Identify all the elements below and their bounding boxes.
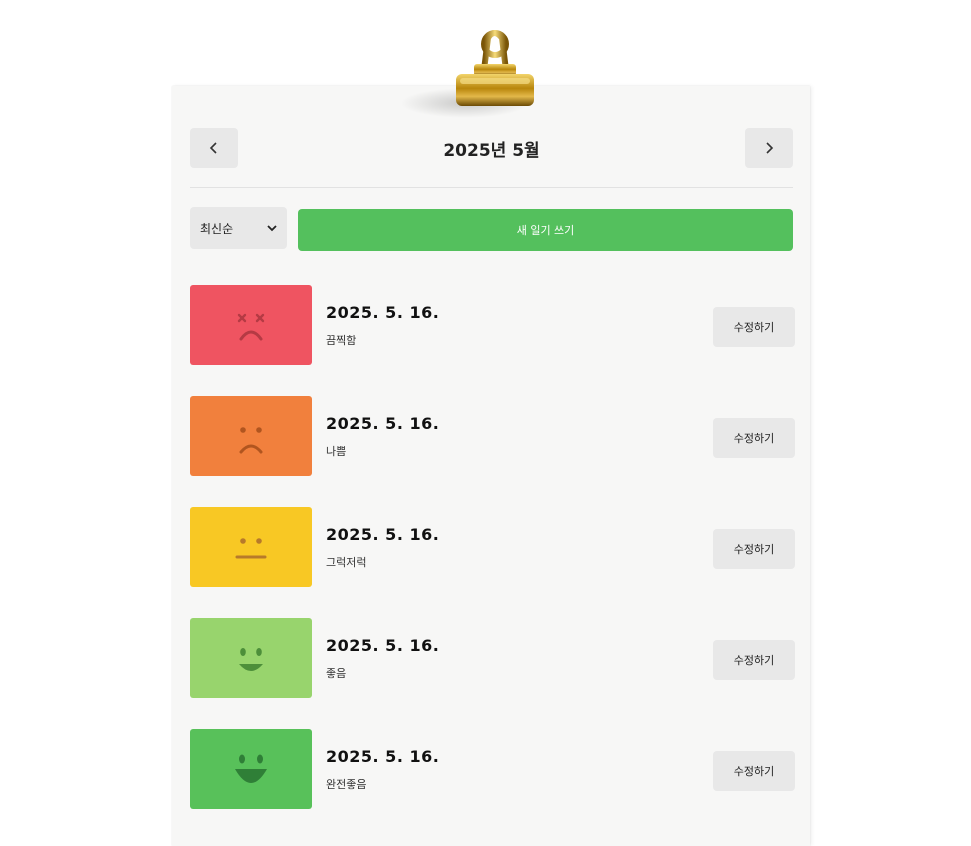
edit-button[interactable]: 수정하기 (713, 529, 795, 569)
entry-date: 2025. 5. 16. (326, 414, 440, 433)
entry-mood-label: 끔찍함 (326, 334, 357, 347)
entry-date: 2025. 5. 16. (326, 747, 440, 766)
mood-badge[interactable] (190, 729, 312, 809)
mood-badge[interactable] (190, 285, 312, 365)
entry-mood-label: 완전좋음 (326, 778, 367, 791)
month-header: 2025년 5월 (190, 126, 793, 170)
terrible-face-icon (237, 313, 265, 341)
prev-month-button[interactable] (190, 128, 238, 168)
sad-face-icon (239, 427, 263, 454)
mood-badge[interactable] (190, 507, 312, 587)
entry-mood-label: 나쁨 (326, 445, 347, 458)
sort-select[interactable]: 최신순 (190, 207, 287, 249)
entry-date: 2025. 5. 16. (326, 303, 440, 322)
entry-date: 2025. 5. 16. (326, 636, 440, 655)
binder-clip-icon (456, 30, 534, 106)
edit-button[interactable]: 수정하기 (713, 307, 795, 347)
entry-mood-label: 좋음 (326, 667, 347, 680)
diary-entry: 2025. 5. 16. 완전좋음 수정하기 (190, 729, 795, 811)
neutral-face-icon (235, 538, 267, 559)
diary-entry: 2025. 5. 16. 그럭저럭 수정하기 (190, 507, 795, 589)
header-divider (190, 187, 793, 188)
mood-badge[interactable] (190, 618, 312, 698)
edit-button[interactable]: 수정하기 (713, 640, 795, 680)
new-diary-button[interactable]: 새 일기 쓰기 (298, 209, 793, 251)
happy-face-icon (235, 754, 267, 783)
entry-date: 2025. 5. 16. (326, 525, 440, 544)
entry-mood-label: 그럭저럭 (326, 556, 367, 569)
diary-entry: 2025. 5. 16. 좋음 수정하기 (190, 618, 795, 700)
chevron-left-icon (209, 142, 217, 154)
diary-entry: 2025. 5. 16. 나쁨 수정하기 (190, 396, 795, 478)
edit-button[interactable]: 수정하기 (713, 751, 795, 791)
sort-select-value: 최신순 (200, 221, 234, 236)
chevron-right-icon (766, 142, 774, 154)
smile-face-icon (239, 648, 263, 671)
next-month-button[interactable] (745, 128, 793, 168)
edit-button[interactable]: 수정하기 (713, 418, 795, 458)
chevron-down-icon (267, 225, 277, 232)
diary-entry: 2025. 5. 16. 끔찍함 수정하기 (190, 285, 795, 367)
month-title: 2025년 5월 (443, 141, 540, 161)
toolbar: 최신순 새 일기 쓰기 (190, 207, 793, 251)
mood-badge[interactable] (190, 396, 312, 476)
